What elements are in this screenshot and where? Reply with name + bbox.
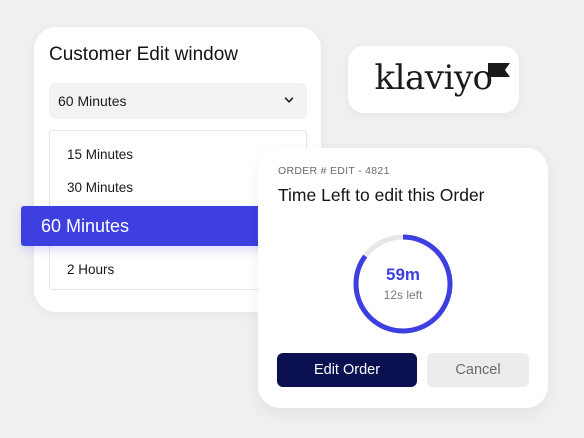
chevron-down-icon — [284, 97, 294, 103]
timer-heading: Time Left to edit this Order — [278, 185, 485, 205]
order-id-label: ORDER # EDIT - 4821 — [278, 165, 390, 177]
klaviyo-logo-card: klaviyo — [348, 46, 519, 113]
cancel-button[interactable]: Cancel — [427, 353, 529, 387]
edit-order-button[interactable]: Edit Order — [277, 353, 417, 387]
select-value: 60 Minutes — [58, 93, 127, 109]
option-2-hours[interactable]: 2 Hours — [67, 262, 114, 277]
time-left-minutes: 59m — [385, 265, 421, 284]
klaviyo-logo: klaviyo — [374, 57, 493, 98]
edit-window-select[interactable]: 60 Minutes — [49, 83, 307, 119]
card-title: Customer Edit window — [49, 44, 239, 65]
order-edit-timer-card: ORDER # EDIT - 4821 Time Left to edit th… — [258, 148, 548, 408]
option-30-minutes[interactable]: 30 Minutes — [67, 180, 133, 195]
option-60-minutes-selected[interactable]: 60 Minutes — [21, 206, 287, 246]
flag-icon — [488, 63, 510, 77]
option-15-minutes[interactable]: 15 Minutes — [67, 147, 133, 162]
time-left-seconds: 12s left — [383, 288, 423, 302]
